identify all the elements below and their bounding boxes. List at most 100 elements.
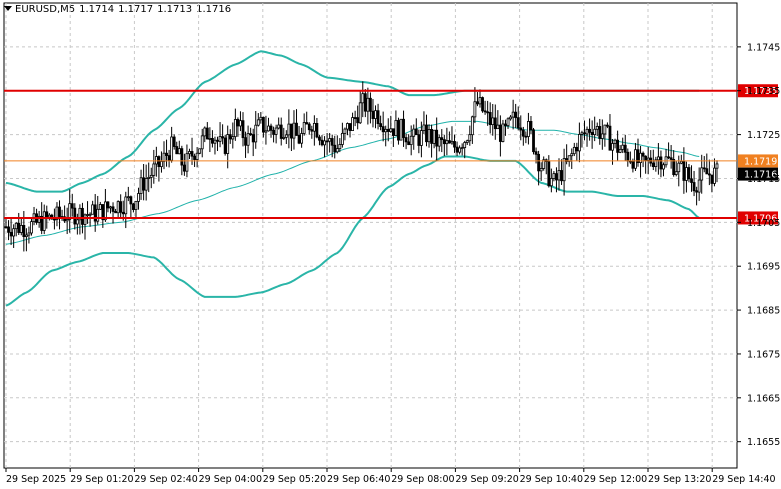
candle-body: [22, 225, 26, 237]
candle-body: [580, 132, 584, 135]
candle-body: [290, 123, 293, 139]
candle-body: [126, 196, 130, 199]
candle-body: [188, 151, 191, 155]
candle-body: [193, 155, 196, 160]
candle-body: [180, 148, 184, 166]
candle-body: [577, 134, 581, 152]
candle-body: [623, 144, 627, 153]
candle-body: [223, 137, 227, 154]
candle-body: [465, 140, 469, 143]
candle-body: [121, 211, 125, 215]
candle-body: [106, 201, 110, 209]
candle-body: [328, 138, 332, 142]
candle-body: [251, 134, 255, 143]
candle-body: [608, 125, 612, 151]
x-tick-label: 29 Sep 02:40: [134, 474, 197, 485]
candle-body: [618, 148, 622, 153]
candle-body: [295, 122, 298, 136]
candle-body: [532, 129, 535, 153]
candle-body: [519, 127, 523, 131]
candle-body: [674, 171, 678, 175]
x-tick-label: 29 Sep 2025: [6, 474, 66, 485]
candle-body: [221, 136, 225, 139]
candle-body: [213, 139, 217, 144]
candle-body: [175, 146, 179, 155]
candle-body: [353, 117, 357, 119]
candle-body: [366, 97, 370, 112]
candle-body: [152, 163, 156, 176]
x-tick-label: 29 Sep 04:00: [199, 474, 262, 485]
candle-body: [646, 157, 650, 161]
candle-body: [529, 121, 533, 131]
candle-body: [307, 123, 311, 131]
level-tag-label: 1.1719: [744, 156, 777, 167]
candle-body: [27, 232, 31, 236]
candle-body: [422, 124, 426, 131]
candle-body: [312, 122, 316, 132]
candle-body: [124, 196, 128, 215]
price-chart[interactable]: 1.17351.17191.17061.1716 1.17451.17351.1…: [0, 0, 781, 489]
candle-body: [659, 156, 663, 170]
candle-body: [621, 144, 625, 150]
candle-body: [440, 137, 444, 140]
candle-body: [575, 146, 579, 152]
candle-body: [700, 167, 704, 181]
y-tick-label: 1.1735: [747, 86, 780, 97]
candle-body: [236, 119, 240, 127]
candle-body: [182, 164, 186, 172]
candle-body: [478, 97, 482, 105]
candle-body: [190, 151, 194, 157]
x-tick-label: 29 Sep 12:00: [584, 474, 647, 485]
candle-body: [450, 141, 454, 144]
candle-body: [73, 207, 77, 225]
candle-body: [710, 174, 714, 184]
candle-body: [407, 141, 411, 146]
candle-body: [702, 167, 706, 170]
candle-body: [481, 97, 484, 112]
y-tick-label: 1.1695: [747, 262, 780, 273]
candle-body: [404, 137, 408, 143]
candle-body: [493, 117, 497, 130]
candle-body: [24, 234, 28, 237]
candle-body: [287, 123, 291, 136]
candle-body: [458, 147, 462, 153]
candle-body: [9, 231, 13, 237]
y-tick-label: 1.1715: [747, 174, 780, 185]
candle-body: [506, 118, 510, 127]
candle-body: [58, 206, 61, 217]
candle-body: [697, 179, 701, 193]
candle-body: [198, 148, 202, 154]
candle-body: [195, 152, 199, 160]
candle-body: [476, 101, 479, 105]
y-tick-label: 1.1675: [747, 349, 780, 360]
candle-body: [228, 134, 232, 140]
candle-body: [414, 128, 418, 136]
candle-body: [707, 173, 711, 176]
candle-body: [662, 164, 665, 170]
candle-body: [256, 119, 260, 126]
candle-body: [583, 132, 586, 135]
candle-body: [14, 222, 18, 230]
candle-body: [445, 140, 449, 145]
candle-body: [274, 127, 278, 135]
candle-body: [603, 124, 607, 135]
candle-body: [91, 204, 95, 215]
candle-body: [208, 137, 212, 140]
candle-body: [419, 130, 423, 146]
candle-body: [687, 167, 691, 180]
candle-body: [417, 134, 421, 146]
candle-body: [611, 143, 614, 151]
candle-body: [483, 110, 487, 113]
candle-body: [695, 190, 699, 193]
candle-body: [244, 137, 247, 146]
candle-body: [667, 156, 670, 159]
candle-body: [389, 128, 393, 132]
candle-body: [613, 139, 617, 144]
candle-body: [351, 117, 354, 131]
candle-body: [616, 139, 620, 153]
candle-body: [524, 135, 528, 138]
candle-body: [679, 160, 683, 164]
candle-body: [371, 110, 375, 119]
candle-body: [470, 116, 474, 136]
candle-body: [315, 122, 319, 138]
